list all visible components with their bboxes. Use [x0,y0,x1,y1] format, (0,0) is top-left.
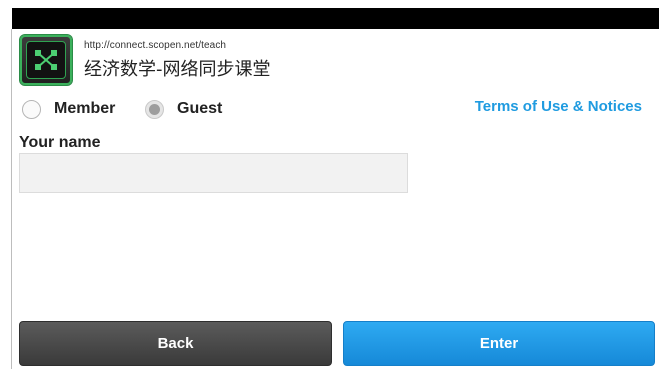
member-radio-label: Member [54,100,116,117]
meeting-url: http://connect.scopen.net/teach [84,40,227,51]
terms-of-use-link[interactable]: Terms of Use & Notices [475,98,642,115]
adobe-connect-app-icon [20,35,72,85]
enter-button[interactable]: Enter [343,321,655,366]
guest-radio-button[interactable] [145,99,164,119]
member-radio-option[interactable]: Member [22,98,115,120]
connect-logo-icon [35,50,57,70]
meeting-name: 经济数学-网络同步课堂 [84,59,271,80]
your-name-label: Your name [19,134,101,151]
guest-radio-label: Guest [177,100,223,117]
guest-radio-option[interactable]: Guest [145,98,222,120]
member-radio-button[interactable] [22,99,41,119]
back-button[interactable]: Back [19,321,332,366]
left-edge-divider [11,29,12,369]
your-name-input[interactable] [19,153,408,193]
top-status-bar [12,8,659,29]
